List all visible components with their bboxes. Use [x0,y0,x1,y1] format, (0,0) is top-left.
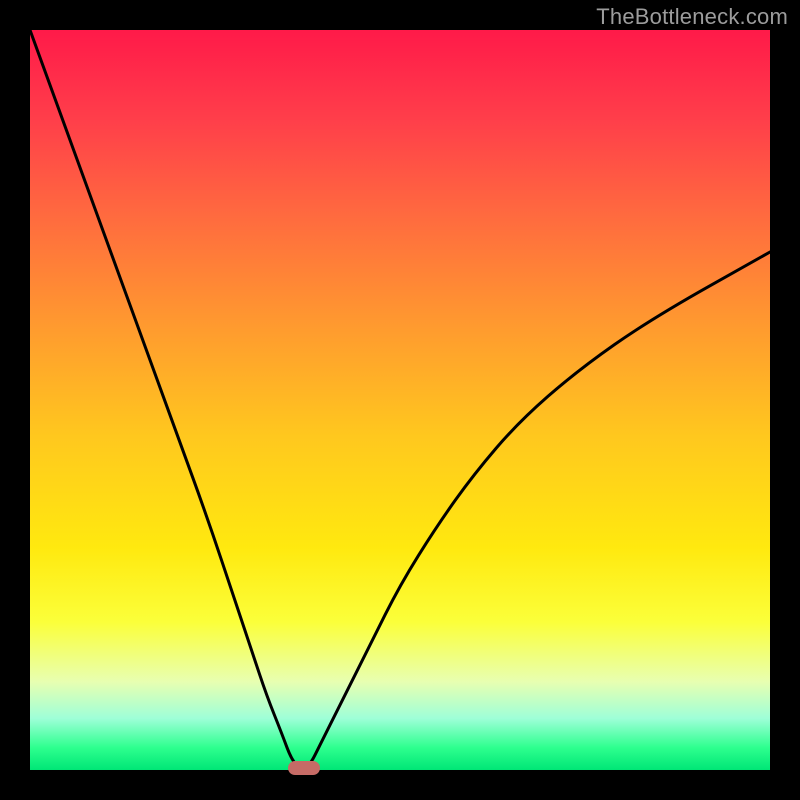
bottleneck-curve [30,30,770,768]
watermark-label: TheBottleneck.com [596,4,788,30]
optimal-marker [288,761,320,775]
chart-svg [30,30,770,770]
chart-frame: TheBottleneck.com [0,0,800,800]
chart-plot-area [30,30,770,770]
